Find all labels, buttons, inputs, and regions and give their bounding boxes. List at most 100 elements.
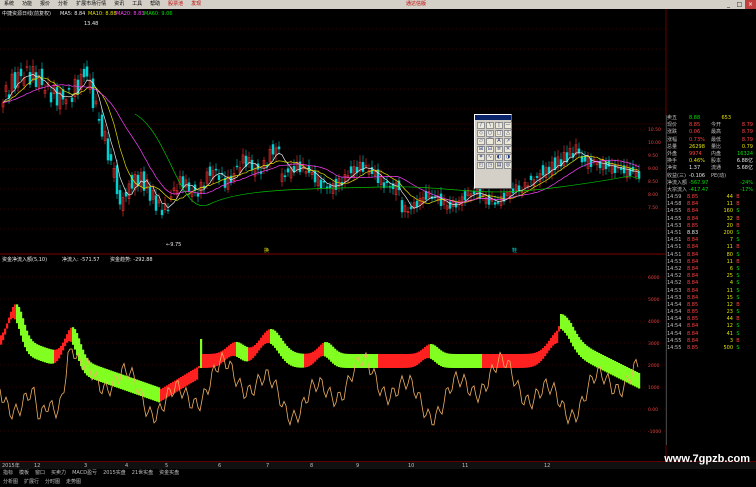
indicator-axis-label: 6000: [648, 275, 660, 281]
quote-value: 8.79: [741, 122, 753, 129]
quote-label: 最高: [711, 129, 722, 136]
tick-row[interactable]: 14:55 8.85 500 S: [667, 345, 756, 352]
trend-band: [494, 354, 497, 368]
indicator-tab[interactable]: MACD盈亏: [69, 469, 100, 478]
tick-row[interactable]: 14:51 8.84 11 B: [667, 244, 756, 251]
menu-item-7[interactable]: 帮助: [146, 0, 164, 9]
draw-tool-icon-3[interactable]: —: [504, 122, 512, 129]
tick-row[interactable]: 14:53 8.84 11 S: [667, 288, 756, 295]
draw-tool-icon-17[interactable]: ∿: [486, 154, 494, 161]
menu-item-3[interactable]: 分析: [54, 0, 72, 9]
draw-tool-icon-18[interactable]: ◐: [495, 154, 503, 161]
trend-band: [64, 338, 67, 347]
draw-tool-icon-16[interactable]: ⌗: [477, 154, 485, 161]
menu-item-2[interactable]: 报价: [36, 0, 54, 9]
tick-row[interactable]: 14:52 8.84 25 S: [667, 273, 756, 280]
trend-band: [12, 307, 15, 318]
tick-row[interactable]: 14:51 8.83 200 S: [667, 230, 756, 237]
indicator-tab[interactable]: 模板: [16, 469, 32, 478]
chart-area[interactable]: 中捷资源日线(前复权) MA5: 8.84 MA10: 8.88 MA20: 8.83…: [0, 9, 756, 487]
view-tab[interactable]: 分时图: [42, 478, 63, 487]
draw-tool-icon-21[interactable]: ◳: [486, 162, 494, 169]
draw-tool-icon-7[interactable]: △: [504, 130, 512, 137]
trend-band: [200, 338, 203, 368]
menu-item-5[interactable]: 资讯: [110, 0, 128, 9]
draw-tool-icon-2[interactable]: |: [495, 122, 503, 129]
draw-tool-icon-10[interactable]: A: [495, 138, 503, 145]
trend-band: [530, 353, 533, 368]
date-label: 9: [356, 463, 360, 469]
draw-tool-icon-19[interactable]: ◑: [504, 154, 512, 161]
menu-item-4[interactable]: 扩展市场行情: [72, 0, 110, 9]
candle-body: [415, 200, 419, 208]
draw-tool-icon-4[interactable]: ◇: [477, 130, 485, 137]
indicator-tab[interactable]: 买卖力: [48, 469, 69, 478]
tick-row[interactable]: 14:54 8.84 41 S: [667, 331, 756, 338]
menu-item-1[interactable]: 功能: [18, 0, 36, 9]
tick-row[interactable]: 14:54 8.85 12 B: [667, 302, 756, 309]
maximize-icon[interactable]: □: [734, 0, 745, 9]
trend-band: [258, 340, 261, 351]
indicator-tab[interactable]: 资金实盘: [156, 469, 182, 478]
ma-label-2: MA20: 8.83: [116, 11, 145, 17]
draw-tool-icon-6[interactable]: □: [495, 130, 503, 137]
tick-row[interactable]: 14:54 8.85 44 B: [667, 316, 756, 323]
close-icon[interactable]: ×: [745, 0, 756, 9]
view-tab[interactable]: 扩展行: [21, 478, 42, 487]
draw-tool-icon-22[interactable]: ▤: [495, 162, 503, 169]
draw-tool-icon-0[interactable]: /: [477, 122, 485, 129]
candle-body: [118, 190, 122, 205]
tick-row[interactable]: 14:51 8.84 80 S: [667, 252, 756, 259]
indicator-axis-label: 2000: [648, 363, 660, 369]
trend-band: [450, 353, 453, 368]
tick-time: 14:54: [667, 323, 682, 330]
view-tab[interactable]: 走势图: [63, 478, 84, 487]
draw-tool-icon-20[interactable]: ◰: [477, 162, 485, 169]
tick-row[interactable]: 14:52 8.84 4 S: [667, 280, 756, 287]
draw-tool-icon-12[interactable]: ⊞: [477, 146, 485, 153]
tick-row[interactable]: 14:53 8.85 20 B: [667, 223, 756, 230]
trend-band: [558, 326, 561, 332]
draw-tool-icon-8[interactable]: ▱: [477, 138, 485, 145]
draw-tool-icon-23[interactable]: ◎: [504, 162, 512, 169]
indicator-tab[interactable]: 21世实盘: [129, 469, 156, 478]
drawing-toolbox[interactable]: / \ | — ◇ ○ □ △ ▱ ⌒ A ↗ ⊞ ⊟ ≡ ✕ ⌗ ∿ ◐ ◑ ◰ ◳ ▤ ◎: [474, 114, 512, 189]
draw-tool-icon-14[interactable]: ≡: [495, 146, 503, 153]
tick-row[interactable]: 14:55 8.84 160 S: [667, 208, 756, 215]
tick-row[interactable]: 14:53 8.84 11 B: [667, 259, 756, 266]
tick-price: 8.85: [687, 194, 699, 201]
tick-price: 8.84: [687, 337, 699, 344]
draw-tool-icon-9[interactable]: ⌒: [486, 138, 494, 145]
draw-tool-icon-13[interactable]: ⊟: [486, 146, 494, 153]
tick-row[interactable]: 14:55 8.84 32 B: [667, 216, 756, 223]
indicator-tab[interactable]: 窗口: [32, 469, 48, 478]
view-tab[interactable]: 分析图: [0, 478, 21, 487]
menu-item-highlight-1[interactable]: 发现: [187, 0, 205, 9]
tick-row[interactable]: 14:52 8.84 6 S: [667, 266, 756, 273]
menu-item-6[interactable]: 工具: [128, 0, 146, 9]
draw-tool-icon-1[interactable]: \: [486, 122, 494, 129]
trend-band: [606, 356, 609, 373]
draw-tool-icon-5[interactable]: ○: [486, 130, 494, 137]
tick-row[interactable]: 14:55 8.84 3 B: [667, 338, 756, 345]
tick-row[interactable]: 14:53 8.84 15 S: [667, 295, 756, 302]
indicator-tab[interactable]: 指标: [0, 469, 16, 478]
draw-tool-icon-11[interactable]: ↗: [504, 138, 512, 145]
trend-band: [100, 366, 103, 383]
trend-band: [82, 349, 85, 371]
menu-item-highlight-0[interactable]: 股票池: [164, 0, 187, 9]
tick-row[interactable]: 14:54 8.85 23 S: [667, 309, 756, 316]
tick-row[interactable]: 14:58 8.84 11 B: [667, 201, 756, 208]
tick-price: 8.84: [687, 280, 699, 287]
candle-body: [400, 200, 404, 213]
draw-tool-icon-15[interactable]: ✕: [504, 146, 512, 153]
quote-value: 0.06: [689, 129, 701, 136]
menu-item-0[interactable]: 系统: [0, 0, 18, 9]
tick-row[interactable]: 14:51 8.84 7 S: [667, 237, 756, 244]
candle-body: [235, 165, 239, 168]
date-label: 7: [266, 463, 270, 469]
tick-row[interactable]: 14:54 8.84 12 S: [667, 323, 756, 330]
minimize-icon[interactable]: _: [723, 0, 734, 9]
tick-row[interactable]: 14:59 8.85 44 B: [667, 194, 756, 201]
indicator-tab[interactable]: 2015实盘: [100, 469, 129, 478]
